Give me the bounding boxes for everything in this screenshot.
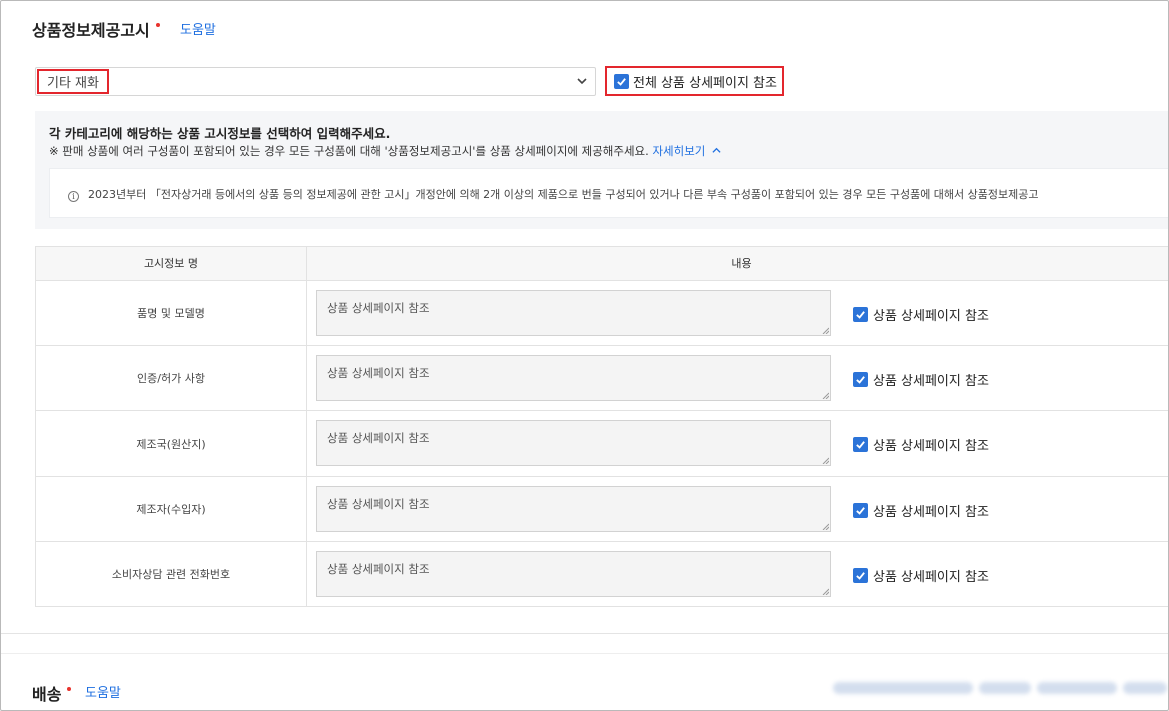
checkbox-checked-icon: [853, 307, 868, 322]
info-icon: i: [68, 191, 79, 202]
resize-handle-icon[interactable]: [822, 523, 829, 530]
chevron-up-icon: [712, 147, 721, 153]
all-reference-label: 전체 상품 상세페이지 참조: [633, 75, 777, 91]
row-textarea-value: 상품 상세페이지 참조: [327, 301, 430, 315]
row-textarea-value: 상품 상세페이지 참조: [327, 431, 430, 445]
row-label: 품명 및 모델명: [36, 281, 307, 345]
more-details-label: 자세히보기: [652, 144, 706, 158]
table-row: 소비자상담 관련 전화번호 상품 상세페이지 참조 상품 상세페이지 참조: [36, 542, 1168, 606]
table-row: 제조자(수입자) 상품 상세페이지 참조 상품 상세페이지 참조: [36, 477, 1168, 542]
row-label: 제조국(원산지): [36, 411, 307, 476]
table-row: 인증/허가 사항 상품 상세페이지 참조 상품 상세페이지 참조: [36, 346, 1168, 411]
notice-table: 고시정보 명 내용 품명 및 모델명 상품 상세페이지 참조 상품 상세페이지 …: [35, 246, 1168, 607]
info-notice-box: i 2023년부터 「전자상거래 등에서의 상품 등의 정보제공에 관한 고시」개…: [49, 168, 1168, 218]
guide-note-text: ※ 판매 상품에 여러 구성품이 포함되어 있는 경우 모든 구성품에 대해 '…: [49, 144, 649, 158]
row-reference-label: 상품 상세페이지 참조: [873, 570, 989, 585]
checkbox-checked-icon: [853, 503, 868, 518]
row-reference-checkbox[interactable]: 상품 상세페이지 참조: [853, 370, 989, 389]
category-select[interactable]: 기타 재화: [35, 67, 596, 96]
notice-guide-box: 각 카테고리에 해당하는 상품 고시정보를 선택하여 입력해주세요. ※ 판매 …: [35, 111, 1168, 229]
product-form-panel: 상품정보제공고시 도움말 기타 재화 전체 상품 상세페이지 참조 각 카테고리…: [0, 0, 1169, 711]
row-reference-checkbox[interactable]: 상품 상세페이지 참조: [853, 305, 989, 324]
row-reference-label: 상품 상세페이지 참조: [873, 505, 989, 520]
row-textarea-value: 상품 상세페이지 참조: [327, 497, 430, 511]
notice-help-link[interactable]: 도움말: [180, 19, 216, 38]
row-textarea-value: 상품 상세페이지 참조: [327, 562, 430, 576]
blurred-text: [979, 682, 1031, 694]
shipping-section-title: 배송: [32, 681, 72, 705]
guide-note: ※ 판매 상품에 여러 구성품이 포함되어 있는 경우 모든 구성품에 대해 '…: [49, 143, 721, 159]
row-textarea[interactable]: 상품 상세페이지 참조: [316, 420, 831, 466]
row-textarea[interactable]: 상품 상세페이지 참조: [316, 290, 831, 336]
row-textarea[interactable]: 상품 상세페이지 참조: [316, 551, 831, 597]
table-row: 품명 및 모델명 상품 상세페이지 참조 상품 상세페이지 참조: [36, 281, 1168, 346]
table-row: 제조국(원산지) 상품 상세페이지 참조 상품 상세페이지 참조: [36, 411, 1168, 477]
shipping-help-link[interactable]: 도움말: [85, 682, 121, 701]
checkbox-checked-icon: [853, 437, 868, 452]
info-notice-text: 2023년부터 「전자상거래 등에서의 상품 등의 정보제공에 관한 고시」개정…: [88, 188, 1039, 201]
info-notice: i 2023년부터 「전자상거래 등에서의 상품 등의 정보제공에 관한 고시」개…: [68, 186, 1039, 202]
guide-title: 각 카테고리에 해당하는 상품 고시정보를 선택하여 입력해주세요.: [49, 126, 391, 141]
checkbox-checked-icon: [853, 372, 868, 387]
required-indicator: [155, 23, 160, 27]
all-detail-page-reference-checkbox[interactable]: 전체 상품 상세페이지 참조: [605, 66, 784, 96]
row-textarea-value: 상품 상세페이지 참조: [327, 366, 430, 380]
row-reference-label: 상품 상세페이지 참조: [873, 309, 989, 324]
blurred-text: [1123, 682, 1167, 694]
category-select-value: 기타 재화: [37, 69, 109, 94]
row-reference-checkbox[interactable]: 상품 상세페이지 참조: [853, 566, 989, 585]
row-reference-checkbox[interactable]: 상품 상세페이지 참조: [853, 435, 989, 454]
blurred-text: [833, 682, 973, 694]
notice-title-text: 상품정보제공고시: [32, 21, 150, 40]
table-header: 고시정보 명 내용: [36, 247, 1168, 281]
blurred-text: [1037, 682, 1117, 694]
resize-handle-icon[interactable]: [822, 327, 829, 334]
section-divider: [1, 633, 1168, 634]
more-details-link[interactable]: 자세히보기: [652, 144, 721, 158]
resize-handle-icon[interactable]: [822, 392, 829, 399]
row-label: 소비자상담 관련 전화번호: [36, 542, 307, 606]
header-content: 내용: [731, 257, 752, 270]
required-indicator: [67, 687, 72, 691]
header-notice-name: 고시정보 명: [36, 247, 307, 280]
row-label: 인증/허가 사항: [36, 346, 307, 410]
chevron-down-icon: [577, 78, 587, 85]
checkbox-checked-icon: [853, 568, 868, 583]
section-divider: [1, 653, 1168, 654]
resize-handle-icon[interactable]: [822, 457, 829, 464]
row-reference-checkbox[interactable]: 상품 상세페이지 참조: [853, 501, 989, 520]
row-reference-label: 상품 상세페이지 참조: [873, 439, 989, 454]
row-reference-label: 상품 상세페이지 참조: [873, 374, 989, 389]
notice-section-title: 상품정보제공고시: [32, 17, 160, 41]
row-label: 제조자(수입자): [36, 477, 307, 541]
shipping-title-text: 배송: [32, 685, 62, 704]
row-textarea[interactable]: 상품 상세페이지 참조: [316, 355, 831, 401]
row-textarea[interactable]: 상품 상세페이지 참조: [316, 486, 831, 532]
checkbox-checked-icon: [614, 73, 629, 89]
resize-handle-icon[interactable]: [822, 588, 829, 595]
